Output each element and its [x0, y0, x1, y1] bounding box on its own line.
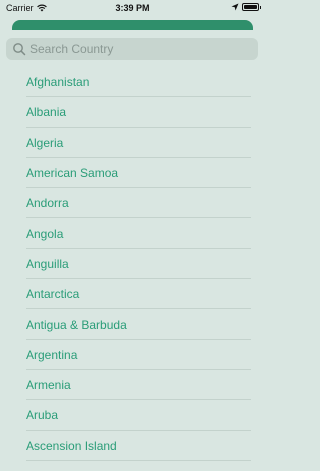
country-name: Armenia	[26, 378, 71, 393]
country-item-afghanistan[interactable]: Afghanistan	[0, 67, 265, 98]
country-item-anguilla[interactable]: Anguilla	[0, 249, 265, 280]
search-bar[interactable]	[6, 38, 258, 60]
country-item-andorra[interactable]: Andorra	[0, 188, 265, 219]
country-name: Afghanistan	[26, 75, 90, 90]
battery-icon	[242, 3, 261, 11]
country-item-american-samoa[interactable]: American Samoa	[0, 158, 265, 189]
country-name: Albania	[26, 105, 67, 120]
country-item-albania[interactable]: Albania	[0, 97, 265, 128]
country-name: Angola	[26, 226, 64, 241]
country-name: Andorra	[26, 196, 69, 211]
location-arrow-icon	[231, 3, 239, 11]
country-item-angola[interactable]: Angola	[0, 218, 265, 250]
country-name: Argentina	[26, 347, 78, 362]
country-item-argentina[interactable]: Argentina	[0, 340, 265, 371]
country-picker-sheet: Afghanistan Albania Algeria American Sam…	[0, 30, 265, 471]
status-time: 3:39 PM	[115, 3, 150, 13]
status-right	[231, 3, 261, 11]
country-name: Anguilla	[26, 256, 69, 271]
country-name: American Samoa	[26, 166, 119, 181]
country-item-antarctica[interactable]: Antarctica	[0, 279, 265, 310]
status-bar: Carrier 3:39 PM	[0, 0, 265, 16]
country-name: Antigua & Barbuda	[26, 317, 127, 332]
country-name: Ascension Island	[26, 438, 117, 453]
country-name: Antarctica	[26, 287, 80, 302]
country-item-algeria[interactable]: Algeria	[0, 128, 265, 159]
country-item-armenia[interactable]: Armenia	[0, 370, 265, 401]
search-icon	[13, 43, 26, 56]
country-name: Aruba	[26, 408, 59, 423]
country-item-antigua-barbuda[interactable]: Antigua & Barbuda	[0, 309, 265, 340]
country-item-aruba[interactable]: Aruba	[0, 400, 265, 431]
country-list: Afghanistan Albania Algeria American Sam…	[0, 67, 265, 462]
search-input[interactable]	[30, 42, 240, 56]
country-item-ascension-island[interactable]: Ascension Island	[0, 431, 265, 462]
country-name: Algeria	[26, 135, 64, 150]
